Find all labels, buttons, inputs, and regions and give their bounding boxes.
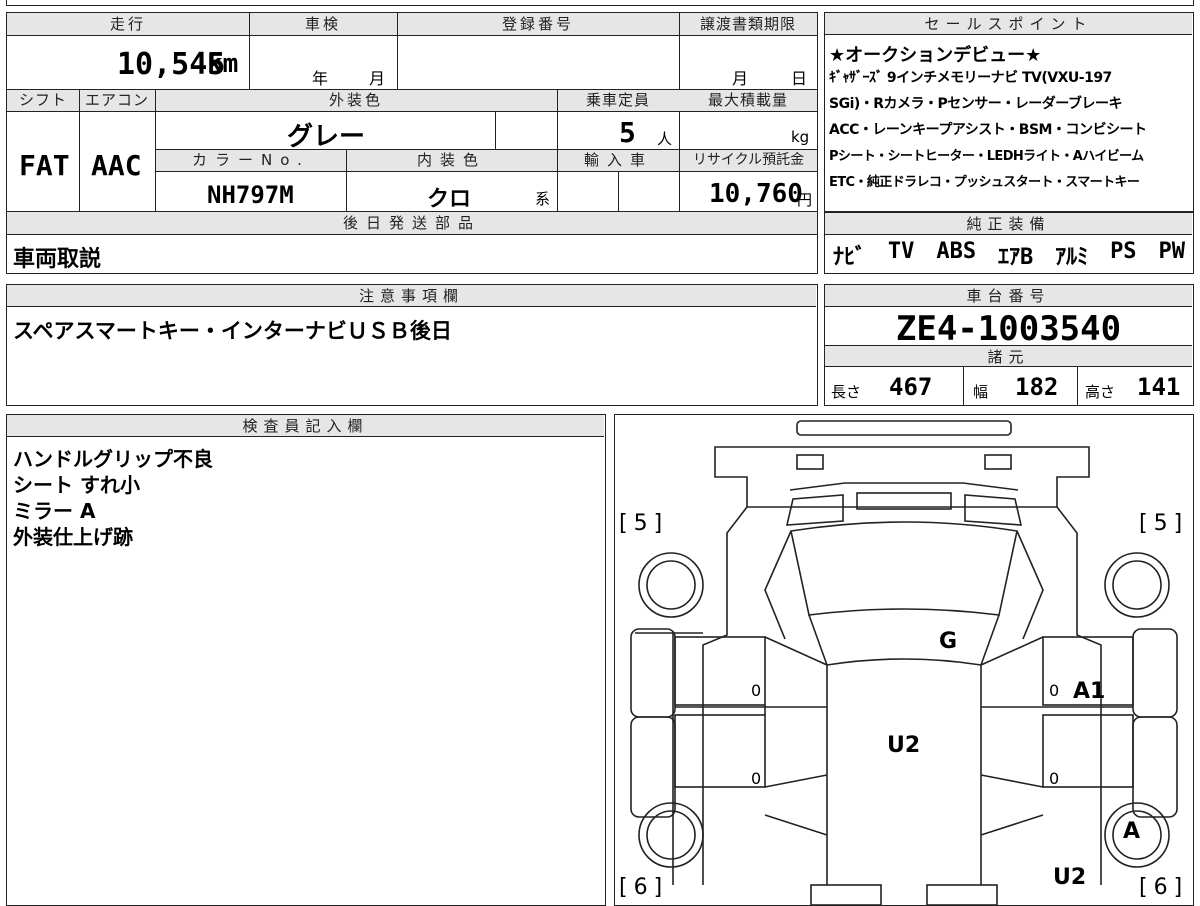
transfer-month: 月	[732, 69, 749, 88]
color-no-value: NH797M	[207, 181, 294, 209]
width-label: 幅	[973, 383, 989, 401]
sales-points-panel: セールスポイント ★オークションデビュー★ ｷﾞｬｻﾞｰｽﾞ 9インチメモリーナ…	[824, 12, 1194, 212]
mark-left-rear-door-zero: 0	[751, 769, 762, 788]
ac-value: AAC	[91, 149, 142, 182]
width-value: 182	[1015, 373, 1059, 401]
notes-label: 注意事項欄	[7, 285, 816, 307]
capacity-label: 乗車定員	[557, 90, 679, 111]
sales-point-line: SGi)・Rカメラ・Pセンサー・レーダーブレーキ	[829, 96, 1122, 112]
ac-label: エアコン	[79, 90, 155, 111]
mileage-unit: km	[207, 49, 239, 79]
mileage-label: 走行	[7, 13, 249, 35]
equipment-item-pw: PW	[1158, 239, 1185, 264]
transfer-day: 日	[791, 69, 808, 88]
shift-value: FAT	[19, 149, 70, 182]
recycle-value: 10,760	[709, 179, 803, 209]
capacity-value: 5	[619, 116, 636, 149]
color-no-label: カラーNo.	[156, 150, 346, 171]
max-load-unit: kg	[791, 128, 810, 146]
top-strip	[6, 0, 1194, 6]
interior-color-label: 内装色	[346, 150, 557, 171]
chassis-label: 車台番号	[825, 285, 1192, 307]
equipment-item-abs: ABS	[936, 239, 977, 264]
mark-right-front-door-zero: 0	[1049, 681, 1060, 700]
shift-label: シフト	[7, 90, 79, 111]
notes-value: スペアスマートキー・インターナビＵＳＢ後日	[13, 319, 452, 343]
mark-roof: U2	[887, 733, 921, 758]
chassis-panel: 車台番号 ZE4-1003540 諸元 長さ 467 幅 182 高さ 141	[824, 284, 1194, 406]
sales-point-line: Pシート・シートヒーター・LEDHライト・Aハイビーム	[829, 149, 1144, 164]
later-parts-label: 後日発送部品	[7, 212, 817, 234]
interior-color-value: クロ	[427, 187, 472, 212]
specs-label: 諸元	[825, 345, 1192, 367]
inspector-line: シート すれ小	[13, 473, 140, 497]
chassis-number: ZE4-1003540	[895, 309, 1122, 349]
sales-point-line: ETC・純正ドラレコ・プッシュスタート・スマートキー	[829, 175, 1140, 190]
later-parts-value: 車両取説	[13, 247, 102, 272]
mark-windshield: G	[939, 629, 958, 654]
height-label: 高さ	[1085, 383, 1116, 401]
mark-right-front-door: A1	[1073, 679, 1106, 704]
length-value: 467	[889, 373, 933, 401]
tire-front-right: [5]	[1139, 511, 1189, 536]
sales-point-line: ｷﾞｬｻﾞｰｽﾞ 9インチメモリーナビ TV(VXU-197	[829, 70, 1112, 86]
standard-equipment-label: 純正装備	[825, 213, 1192, 235]
mark-left-front-door-zero: 0	[751, 681, 762, 700]
equipment-item-tv: TV	[887, 239, 915, 264]
exterior-color-label: 外装色	[155, 90, 557, 111]
inspector-label: 検査員記入欄	[7, 415, 604, 437]
equipment-item-alloy: ｱﾙﾐ	[1055, 245, 1089, 270]
standard-equipment-panel: 純正装備 ﾅﾋﾞ TV ABS ｴｱB ｱﾙﾐ PS PW	[824, 212, 1194, 274]
max-load-label: 最大積載量	[679, 90, 817, 111]
notes-panel: 注意事項欄 スペアスマートキー・インターナビＵＳＢ後日	[6, 284, 818, 406]
interior-color-suffix: 系	[535, 190, 551, 208]
equipment-item-ps: PS	[1110, 239, 1137, 264]
inspection-label: 車検	[249, 13, 397, 35]
mark-right-rear-wheel: A	[1123, 819, 1141, 844]
sales-point-line: ★オークションデビュー★	[829, 45, 1042, 66]
recycle-label: リサイクル預託金	[680, 150, 817, 171]
length-label: 長さ	[831, 383, 862, 401]
inspection-month: 月	[369, 69, 386, 88]
tire-front-left: [5]	[619, 511, 669, 536]
vehicle-info-table: 走行 車検 登録番号 譲渡書類期限 10,545 km 年 月 月 日 シフト …	[6, 12, 818, 274]
registration-label: 登録番号	[397, 13, 679, 35]
inspector-panel: 検査員記入欄 ハンドルグリップ不良 シート すれ小 ミラー A 外装仕上げ跡	[6, 414, 606, 906]
mark-rear-right: U2	[1053, 865, 1087, 890]
height-value: 141	[1137, 373, 1181, 401]
car-damage-diagram: [5] [5] [6] [6] G U2 A1 A U2 0 0 0 0	[614, 414, 1194, 906]
tire-rear-left: [6]	[619, 875, 669, 900]
equipment-item-airbag: ｴｱB	[997, 245, 1034, 270]
inspector-line: ハンドルグリップ不良	[13, 447, 213, 471]
car-outline	[630, 420, 1178, 905]
exterior-color-value: グレー	[287, 122, 366, 152]
mark-right-rear-door-zero: 0	[1049, 769, 1060, 788]
inspection-year: 年	[312, 69, 329, 88]
import-label: 輸入車	[558, 150, 679, 171]
equipment-item-navi: ﾅﾋﾞ	[833, 245, 867, 270]
capacity-unit: 人	[657, 130, 673, 148]
inspector-line: ミラー A	[13, 499, 96, 523]
sales-point-line: ACC・レーンキープアシスト・BSM・コンビシート	[829, 122, 1147, 138]
sales-points-label: セールスポイント	[825, 13, 1192, 35]
recycle-unit: 円	[797, 191, 813, 209]
inspector-line: 外装仕上げ跡	[13, 525, 133, 549]
transfer-deadline-label: 譲渡書類期限	[679, 13, 817, 35]
tire-rear-right: [6]	[1139, 875, 1189, 900]
